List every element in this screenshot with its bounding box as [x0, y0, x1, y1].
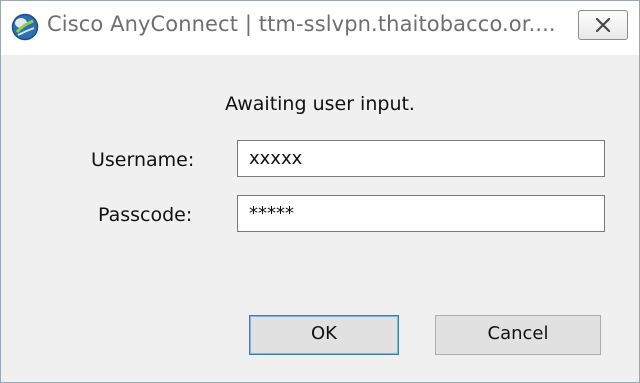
- username-label: Username:: [91, 149, 195, 171]
- anyconnect-dialog-window: Cisco AnyConnect | ttm-sslvpn.thaitobacc…: [0, 0, 640, 383]
- close-button[interactable]: [578, 10, 628, 40]
- close-icon: [595, 18, 611, 32]
- cisco-anyconnect-globe-icon: [11, 13, 39, 41]
- dialog-body: Awaiting user input. Username: Passcode:…: [1, 55, 639, 382]
- ok-button[interactable]: OK: [249, 315, 399, 355]
- passcode-field[interactable]: [237, 195, 605, 232]
- passcode-label: Passcode:: [98, 204, 193, 226]
- title-bar[interactable]: Cisco AnyConnect | ttm-sslvpn.thaitobacc…: [1, 1, 639, 55]
- cancel-button[interactable]: Cancel: [435, 315, 601, 355]
- status-message: Awaiting user input.: [225, 93, 415, 115]
- window-title: Cisco AnyConnect | ttm-sslvpn.thaitobacc…: [47, 12, 556, 36]
- username-field[interactable]: [237, 140, 605, 177]
